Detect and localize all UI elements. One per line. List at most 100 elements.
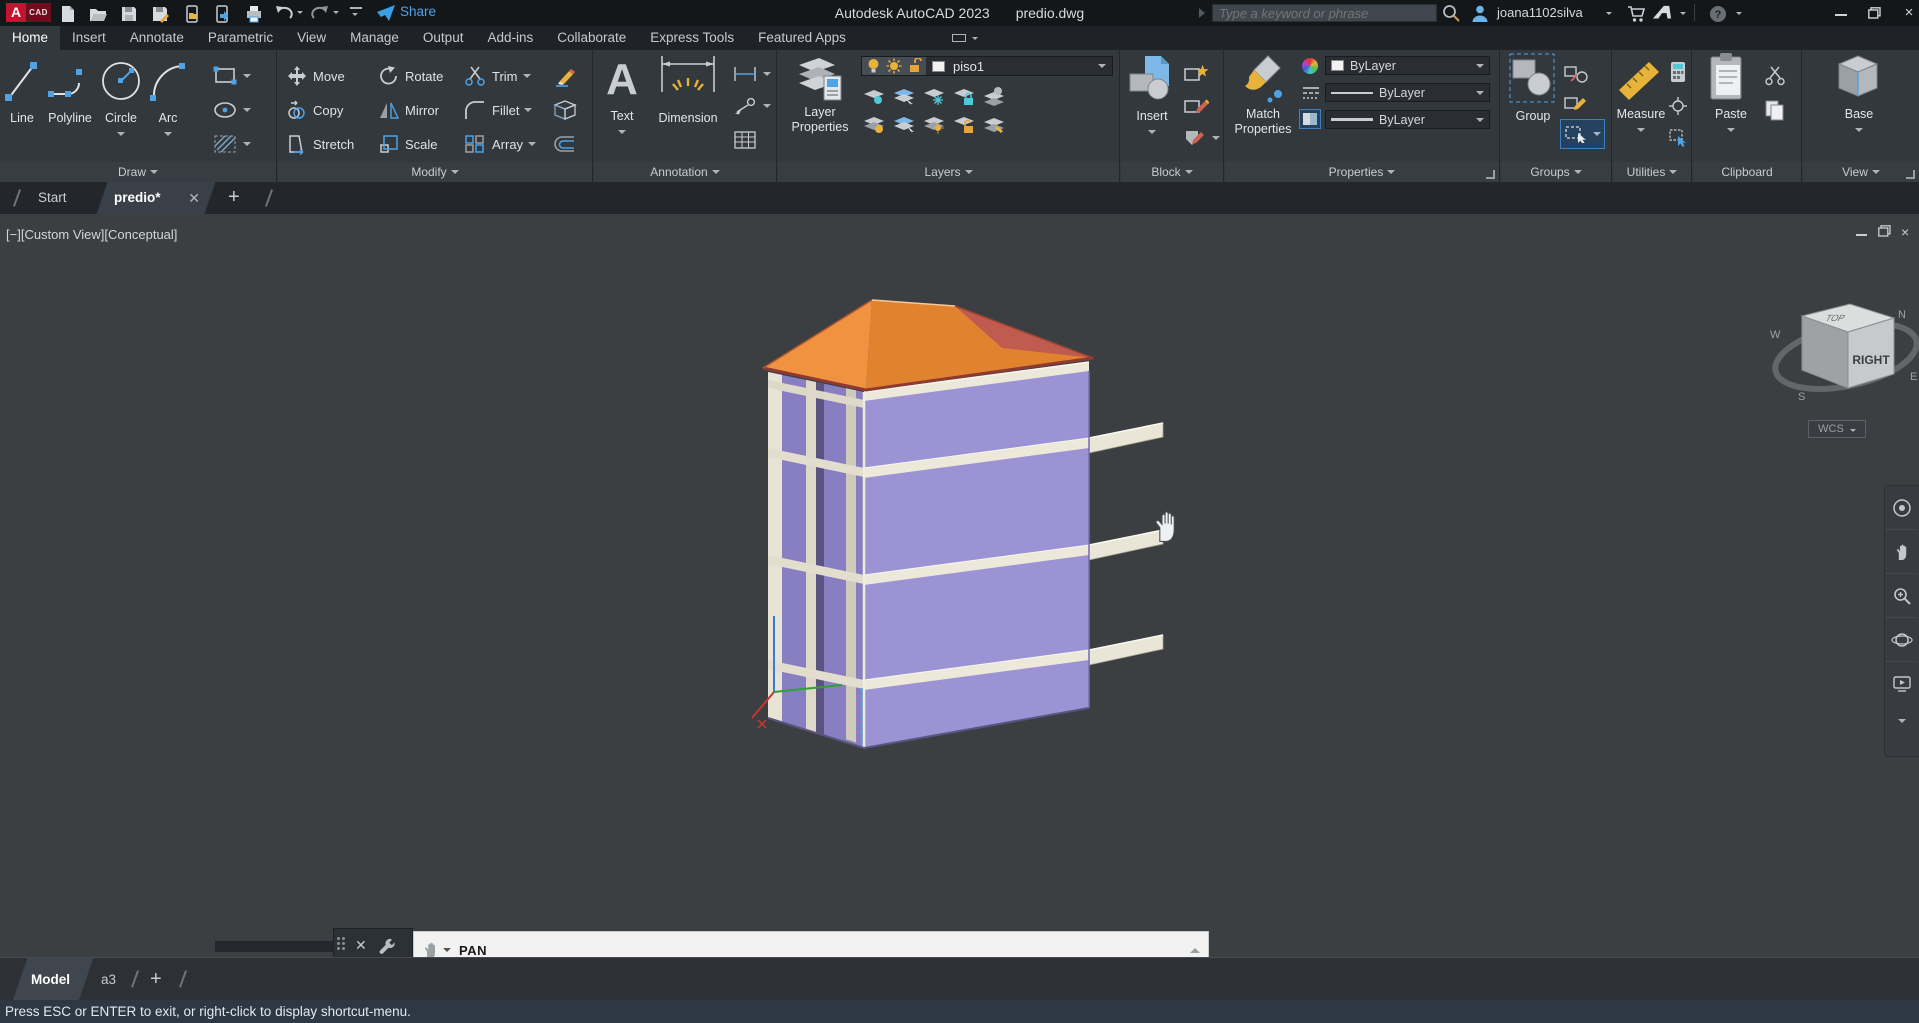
compass-s[interactable]: S	[1798, 391, 1805, 403]
linetype-icon[interactable]	[1302, 86, 1320, 100]
ungroup-button[interactable]	[1563, 60, 1589, 88]
group-selection-toggle[interactable]	[1560, 119, 1605, 149]
copy-clip-button[interactable]	[1763, 96, 1787, 124]
fillet-flyout-caret[interactable]	[524, 108, 533, 112]
tab-annotate[interactable]: Annotate	[118, 26, 196, 50]
measure-button[interactable]: Measure	[1615, 52, 1667, 135]
tab-view[interactable]: View	[285, 26, 338, 50]
layer-make-current-icon[interactable]	[982, 86, 1006, 106]
layer-on-bulb-icon[interactable]	[866, 58, 881, 74]
group-edit-button[interactable]	[1563, 90, 1589, 118]
nav-zoom-button[interactable]	[1885, 574, 1918, 618]
linear-dimension-caret[interactable]	[763, 72, 771, 76]
ribbon-collapse-caret[interactable]	[972, 37, 978, 40]
search-expand-arrow[interactable]	[1199, 8, 1205, 18]
compass-n[interactable]: N	[1898, 309, 1906, 321]
search-icon[interactable]	[1441, 3, 1461, 22]
panel-label-view[interactable]: View	[1803, 162, 1919, 182]
transparency-toggle[interactable]	[1299, 109, 1321, 129]
nav-wheel-button[interactable]	[1885, 486, 1918, 530]
share-button[interactable]: Share	[400, 4, 436, 19]
viewport-minimize-button[interactable]	[1855, 225, 1869, 239]
autocad-logo-icon[interactable]: A	[6, 3, 26, 22]
viewport-minimize-control[interactable]: [−]	[6, 227, 21, 242]
user-avatar-icon[interactable]	[1470, 3, 1490, 22]
new-tab-button[interactable]: +	[228, 182, 240, 212]
layer-unlock-icon[interactable]	[907, 58, 922, 74]
layer-off-icon[interactable]	[862, 86, 886, 106]
navbar-menu-caret[interactable]	[1898, 719, 1906, 723]
command-history-chevron[interactable]	[1190, 947, 1200, 953]
circle-button[interactable]: Circle	[98, 52, 144, 139]
stretch-button[interactable]: Stretch	[286, 130, 354, 158]
cart-icon[interactable]	[1626, 4, 1646, 22]
properties-dialog-launcher[interactable]	[1486, 170, 1495, 179]
ribbon-collapse-icon[interactable]	[952, 34, 966, 42]
quick-calc-button[interactable]	[1669, 58, 1687, 86]
layer-unisolate-icon[interactable]	[892, 114, 916, 134]
command-options-caret[interactable]	[443, 948, 451, 952]
new-file-icon[interactable]	[58, 4, 78, 22]
layer-unlock2-icon[interactable]	[952, 114, 976, 134]
id-point-button[interactable]	[1669, 92, 1687, 120]
hatch-button[interactable]	[212, 130, 251, 158]
measure-flyout-caret[interactable]	[1637, 128, 1645, 132]
mirror-button[interactable]: Mirror	[378, 96, 439, 124]
user-menu-caret[interactable]	[1606, 12, 1612, 15]
dimension-button[interactable]: Dimension	[650, 52, 726, 125]
edit-attributes-caret[interactable]	[1212, 136, 1220, 140]
color-wheel-icon[interactable]	[1302, 58, 1318, 74]
layer-dropdown[interactable]: piso1	[861, 56, 1113, 76]
panel-label-layers[interactable]: Layers	[778, 162, 1119, 182]
tab-collaborate[interactable]: Collaborate	[545, 26, 638, 50]
circle-flyout-caret[interactable]	[117, 132, 125, 136]
open-file-icon[interactable]	[88, 4, 108, 22]
table-button[interactable]	[732, 126, 758, 154]
redo-icon[interactable]	[310, 4, 330, 22]
command-close-icon[interactable]: ✕	[355, 937, 367, 954]
tab-start[interactable]: Start	[38, 182, 67, 214]
tab-home[interactable]: Home	[0, 26, 61, 50]
lineweight-dropdown[interactable]: ByLayer	[1325, 110, 1490, 129]
tab-document-close-icon[interactable]: ✕	[188, 182, 200, 214]
command-dock-grip[interactable]	[337, 937, 347, 950]
tab-insert[interactable]: Insert	[60, 26, 118, 50]
trim-flyout-caret[interactable]	[522, 74, 531, 78]
redo-menu-caret[interactable]	[333, 11, 339, 14]
panel-label-utilities[interactable]: Utilities	[1613, 162, 1691, 182]
tab-add-ins[interactable]: Add-ins	[475, 26, 545, 50]
text-flyout-caret[interactable]	[618, 130, 626, 134]
tab-document[interactable]: predio* ✕	[96, 182, 216, 214]
tab-parametric[interactable]: Parametric	[196, 26, 285, 50]
panel-label-annotation[interactable]: Annotation	[594, 162, 776, 182]
qat-customize-caret[interactable]	[352, 13, 358, 16]
layer-on-icon[interactable]	[862, 114, 886, 134]
share-icon[interactable]	[376, 4, 396, 22]
base-button[interactable]: Base	[1835, 52, 1883, 135]
viewport-view-control[interactable]: [Custom View]	[21, 227, 105, 242]
nav-showmotion-button[interactable]	[1885, 662, 1918, 706]
layer-isolate-icon[interactable]	[892, 86, 916, 106]
paste-button[interactable]: Paste	[1707, 52, 1755, 135]
layer-properties-button[interactable]: Layer Properties	[784, 52, 856, 134]
tab-layout-a3[interactable]: a3	[101, 958, 116, 1001]
undo-menu-caret[interactable]	[297, 11, 303, 14]
layer-dropdown-caret[interactable]	[1098, 64, 1106, 68]
polyline-button[interactable]: Polyline	[44, 52, 96, 125]
tab-express-tools[interactable]: Express Tools	[638, 26, 746, 50]
command-customize-wrench-icon[interactable]	[377, 937, 397, 957]
layer-match-icon[interactable]	[982, 114, 1006, 134]
ellipse-button[interactable]	[212, 96, 251, 124]
copy-button[interactable]: Copy	[286, 96, 343, 124]
plot-icon[interactable]	[244, 4, 264, 23]
linear-dimension-button[interactable]	[732, 60, 771, 88]
window-minimize-button[interactable]	[1826, 0, 1856, 26]
qat-customize-icon[interactable]	[350, 7, 362, 9]
tab-model[interactable]: Model	[12, 958, 94, 1001]
scale-button[interactable]: Scale	[378, 130, 438, 158]
create-block-button[interactable]	[1183, 60, 1209, 88]
window-restore-button[interactable]	[1860, 0, 1890, 26]
ellipse-flyout-caret[interactable]	[243, 108, 251, 112]
window-close-button[interactable]: ×	[1894, 0, 1919, 26]
arc-flyout-caret[interactable]	[164, 132, 172, 136]
